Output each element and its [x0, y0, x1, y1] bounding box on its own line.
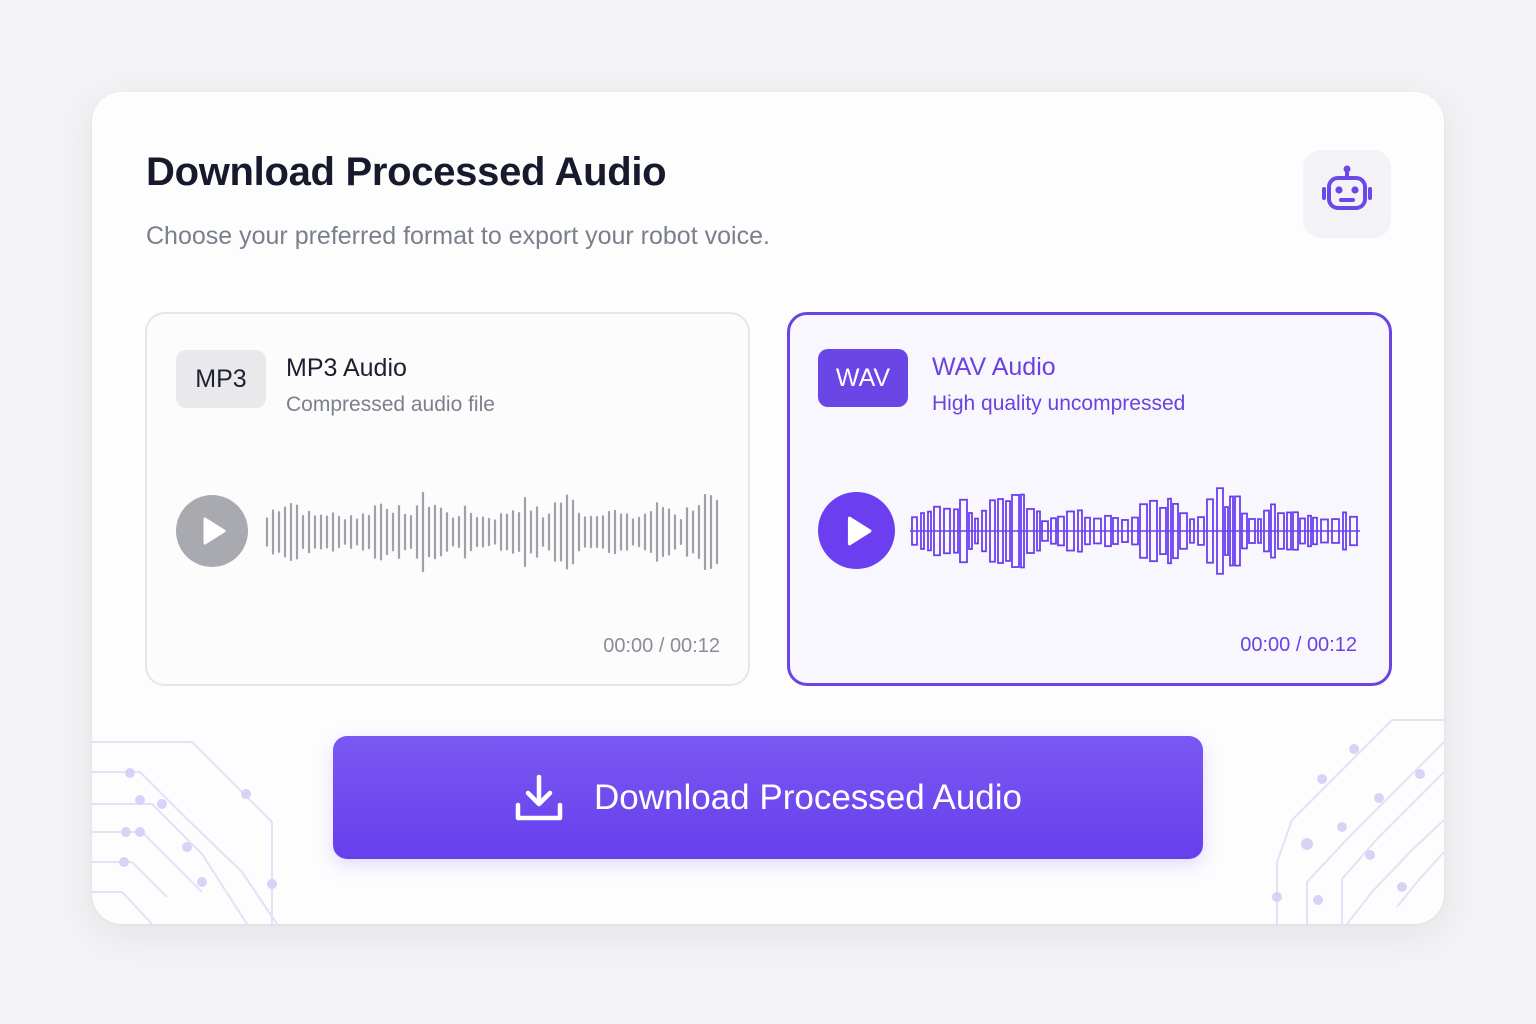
play-button[interactable]: [176, 495, 248, 567]
robot-avatar-button[interactable]: [1303, 150, 1391, 238]
playback-time: 00:00 / 00:12: [1240, 634, 1357, 656]
format-name: WAV Audio: [932, 353, 1056, 381]
play-button[interactable]: [818, 492, 895, 569]
format-name: MP3 Audio: [286, 354, 407, 382]
format-description: Compressed audio file: [286, 393, 495, 416]
download-button-label: Download Processed Audio: [593, 777, 1023, 817]
format-badge: WAV: [818, 349, 908, 407]
format-badge: MP3: [176, 350, 266, 408]
format-description: High quality uncompressed: [932, 392, 1186, 415]
playback-time: 00:00 / 00:12: [603, 635, 720, 657]
play-icon: [203, 517, 226, 545]
download-icon: [515, 774, 563, 820]
robot-icon: [1322, 165, 1372, 210]
format-option-mp3[interactable]: MP3 MP3 Audio Compressed audio file 00:0…: [145, 312, 750, 686]
page-subtitle: Choose your preferred format to export y…: [146, 222, 770, 250]
waveform: [265, 491, 719, 573]
page-title: Download Processed Audio: [146, 150, 667, 194]
download-panel: Download Processed Audio Choose your pre…: [92, 92, 1444, 924]
waveform: [910, 487, 1360, 575]
download-button[interactable]: Download Processed Audio: [333, 736, 1203, 859]
play-icon: [847, 516, 871, 545]
format-option-wav[interactable]: WAV WAV Audio High quality uncompressed …: [787, 312, 1392, 686]
